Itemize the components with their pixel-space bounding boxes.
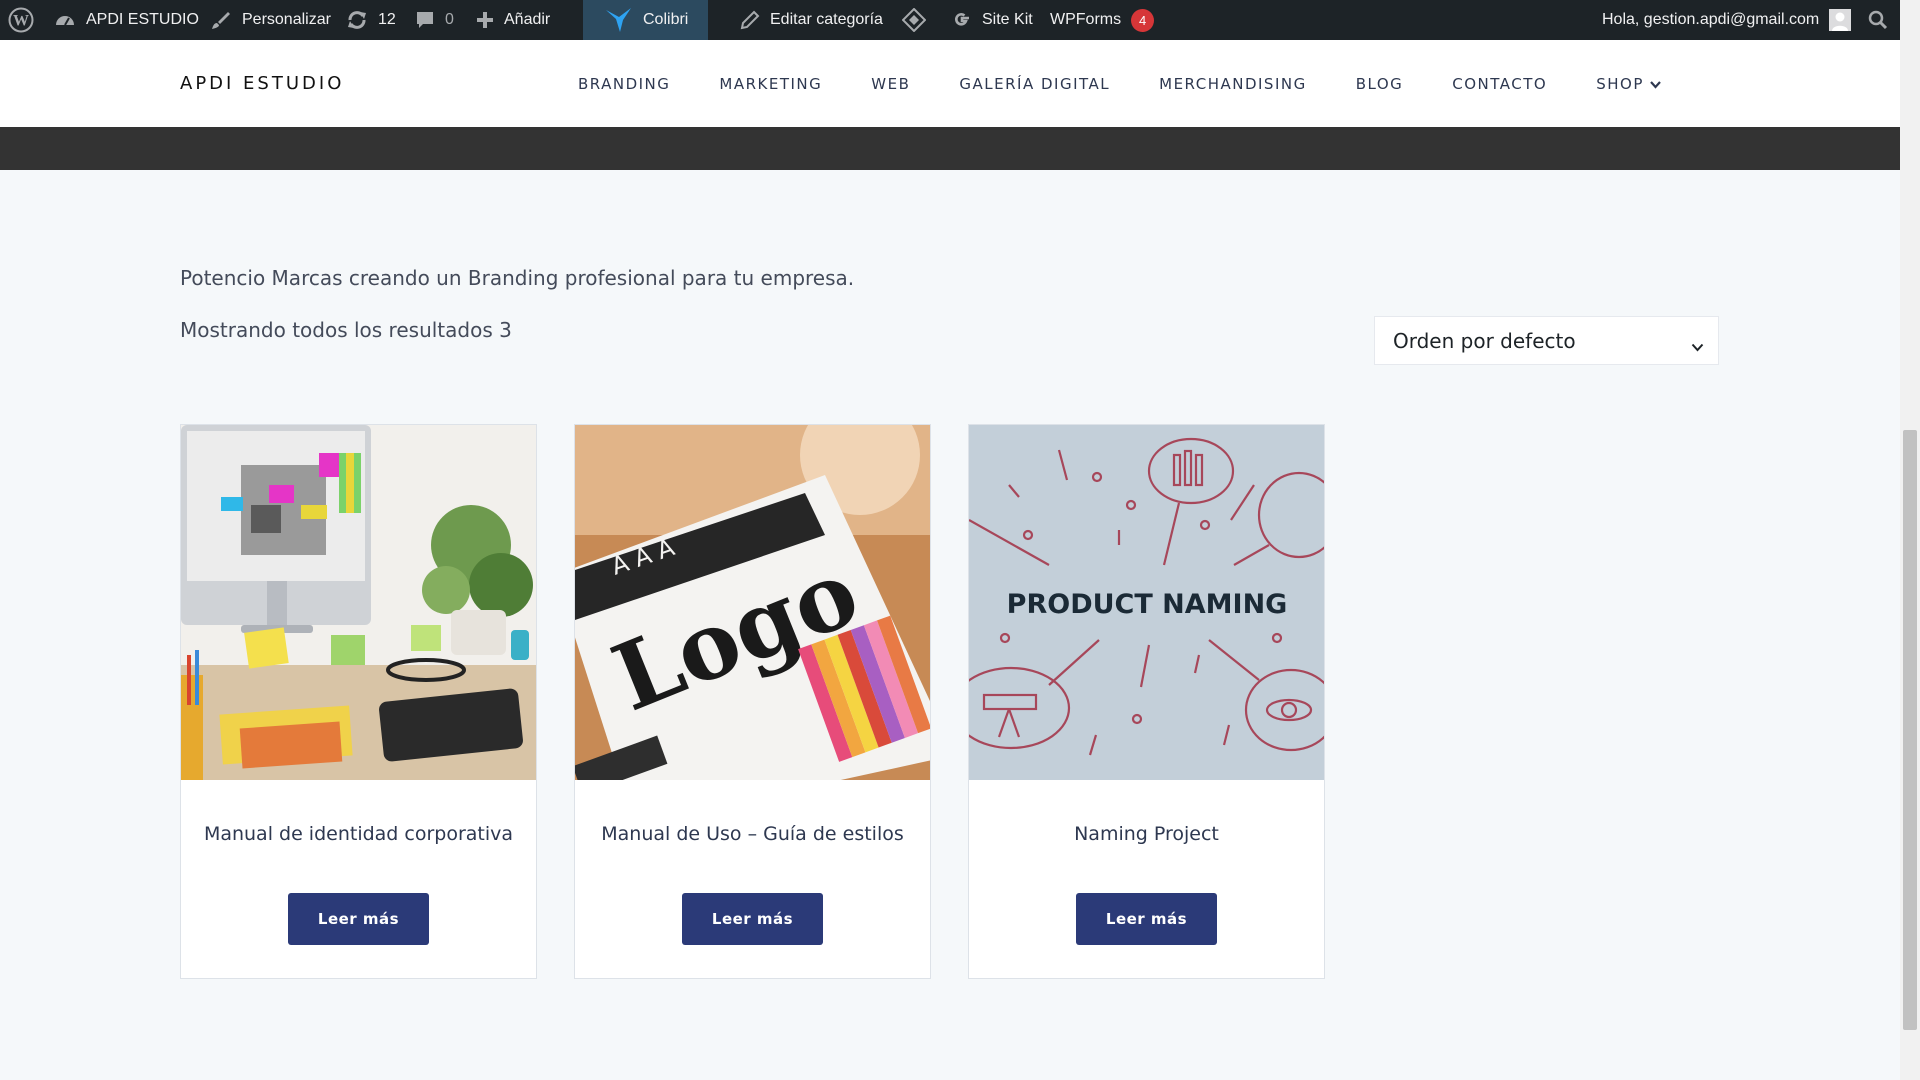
comments-count: 0 <box>445 11 454 28</box>
updates-icon <box>346 9 368 31</box>
read-more-button[interactable]: Leer más <box>682 893 823 945</box>
wpforms-badge: 4 <box>1131 8 1155 32</box>
product-image[interactable]: PRODUCT NAMING <box>969 425 1324 780</box>
scrollbar-thumb[interactable] <box>1903 430 1917 1030</box>
product-card: PRODUCT NAMING Naming Project Leer más <box>968 424 1325 979</box>
pencil-icon <box>740 10 760 30</box>
page-scrollbar[interactable] <box>1900 0 1920 1080</box>
product-card: Manual de identidad corporativa Leer más <box>180 424 537 979</box>
main-navigation: BRANDING MARKETING WEB GALERÍA DIGITAL M… <box>578 40 1661 127</box>
admin-bar: W APDI ESTUDIO Personalizar 12 0 Añadir <box>0 0 1900 40</box>
site-name-label: APDI ESTUDIO <box>86 11 199 28</box>
product-title[interactable]: Manual de Uso – Guía de estilos <box>575 823 930 845</box>
category-description: Potencio Marcas creando un Branding prof… <box>180 266 855 290</box>
plus-icon <box>476 11 494 29</box>
product-image[interactable] <box>181 425 536 780</box>
search-button[interactable] <box>1868 0 1888 40</box>
edit-category-label: Editar categoría <box>770 11 883 28</box>
nav-item-web[interactable]: WEB <box>871 75 910 93</box>
search-icon <box>1868 10 1888 30</box>
customize-label: Personalizar <box>242 11 331 28</box>
nav-item-marketing[interactable]: MARKETING <box>719 75 822 93</box>
chevron-down-icon <box>1650 75 1661 93</box>
site-header: APDI ESTUDIO BRANDING MARKETING WEB GALE… <box>0 40 1900 127</box>
ordering-select[interactable]: Orden por defecto <box>1374 316 1719 365</box>
svg-text:W: W <box>13 13 29 30</box>
wpforms-label: WPForms <box>1050 11 1122 28</box>
site-name-menu[interactable]: APDI ESTUDIO <box>54 0 199 40</box>
account-menu[interactable]: Hola, gestion.apdi@gmail.com <box>1602 0 1852 40</box>
nav-item-galeria-digital[interactable]: GALERÍA DIGITAL <box>959 75 1110 93</box>
comment-icon <box>415 10 435 30</box>
comments-link[interactable]: 0 <box>415 0 454 40</box>
wordpress-icon: W <box>8 7 34 33</box>
product-image[interactable]: A A A Logo <box>575 425 930 780</box>
add-new-label: Añadir <box>504 11 551 28</box>
brush-icon <box>210 9 232 31</box>
edit-category-link[interactable]: Editar categoría <box>740 0 883 40</box>
read-more-button[interactable]: Leer más <box>1076 893 1217 945</box>
ordering-selected: Orden por defecto <box>1393 328 1576 353</box>
avatar-icon <box>1829 9 1852 31</box>
colibri-label: Colibri <box>643 11 689 28</box>
product-title[interactable]: Manual de identidad corporativa <box>181 823 536 845</box>
google-icon <box>952 10 972 30</box>
nav-item-merchandising[interactable]: MERCHANDISING <box>1159 75 1307 93</box>
nav-item-shop-label: SHOP <box>1596 74 1644 93</box>
colibri-menu[interactable]: Colibri <box>583 0 709 40</box>
site-kit-label: Site Kit <box>982 11 1033 28</box>
product-card: A A A Logo Manual de Uso – Guía de estil… <box>574 424 931 979</box>
nav-item-shop[interactable]: SHOP <box>1596 75 1661 93</box>
wordpress-menu[interactable]: W <box>8 0 34 40</box>
product-image-caption: PRODUCT NAMING <box>1007 589 1288 620</box>
result-count: Mostrando todos los resultados 3 <box>180 318 512 342</box>
updates-link[interactable]: 12 <box>346 0 396 40</box>
greeting-label: Hola, gestion.apdi@gmail.com <box>1602 11 1820 28</box>
nav-item-branding[interactable]: BRANDING <box>578 75 670 93</box>
product-title[interactable]: Naming Project <box>969 823 1324 845</box>
updates-count: 12 <box>378 11 396 28</box>
read-more-button[interactable]: Leer más <box>288 893 429 945</box>
diamond-icon <box>902 8 926 32</box>
nav-item-contacto[interactable]: CONTACTO <box>1452 75 1547 93</box>
site-logo[interactable]: APDI ESTUDIO <box>180 40 344 127</box>
colibri-icon <box>605 7 633 33</box>
site-kit-link[interactable]: Site Kit <box>952 0 1033 40</box>
hero-band <box>0 127 1900 170</box>
nav-item-blog[interactable]: BLOG <box>1356 75 1404 93</box>
chevron-down-icon <box>1691 333 1704 357</box>
customize-link[interactable]: Personalizar <box>210 0 331 40</box>
dashboard-icon <box>54 9 76 31</box>
add-new-link[interactable]: Añadir <box>476 0 550 40</box>
wpforms-link[interactable]: WPForms 4 <box>1050 0 1155 40</box>
diamond-menu[interactable] <box>902 0 926 40</box>
